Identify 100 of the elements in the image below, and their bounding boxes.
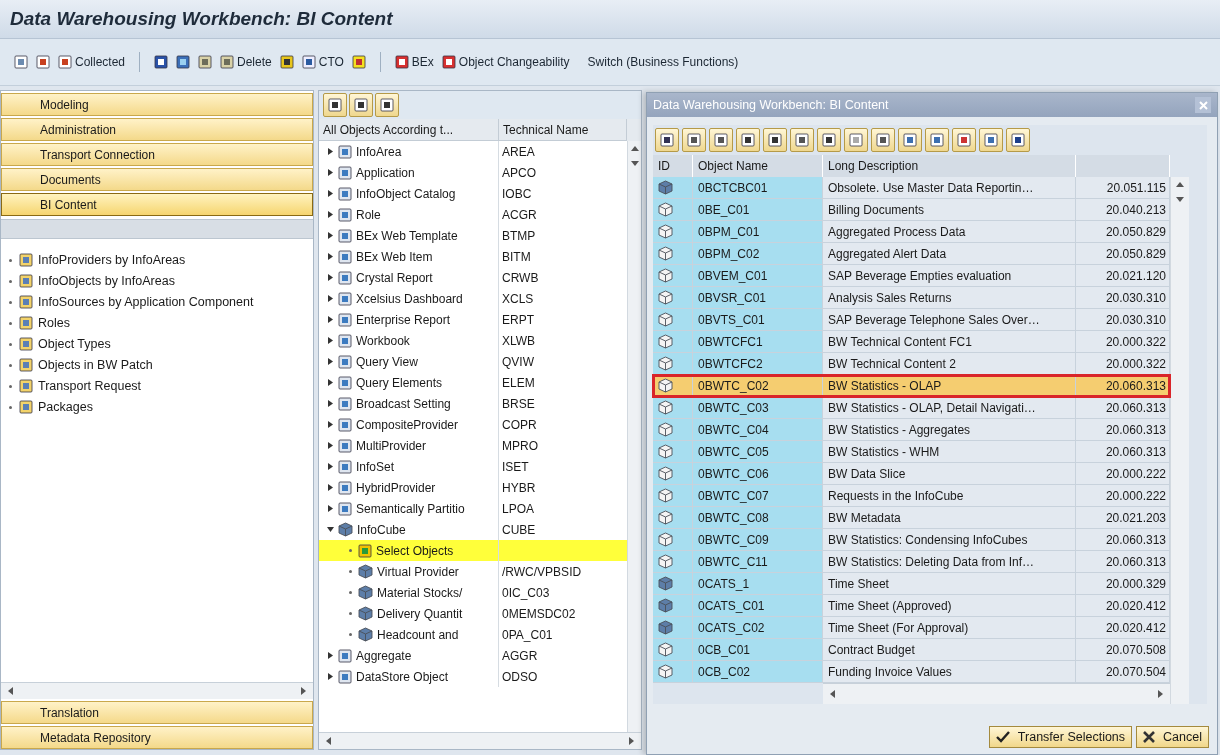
- find-next-button[interactable]: [375, 93, 399, 117]
- expand-caret-icon[interactable]: [327, 652, 334, 659]
- nav-item[interactable]: Roles: [9, 316, 313, 330]
- expand-caret-icon[interactable]: [327, 442, 334, 449]
- toolbar-button[interactable]: [709, 128, 733, 152]
- nav-item[interactable]: Transport Request: [9, 379, 313, 393]
- expand-caret-icon[interactable]: [327, 274, 334, 281]
- tree-item[interactable]: Role: [319, 204, 499, 225]
- scroll-right-icon[interactable]: [627, 737, 635, 745]
- tree-item[interactable]: BEx Web Item: [319, 246, 499, 267]
- nav-item[interactable]: InfoObjects by InfoAreas: [9, 274, 313, 288]
- table-row[interactable]: 0BWTC_C03 BW Statistics - OLAP, Detail Navigati… 20.060.313: [653, 397, 1170, 419]
- tree-item[interactable]: HybridProvider: [319, 477, 499, 498]
- tree-item[interactable]: DataStore Object: [319, 666, 499, 687]
- tree-item[interactable]: MultiProvider: [319, 435, 499, 456]
- toolbar-button[interactable]: Delete: [220, 55, 272, 69]
- tree-item[interactable]: Crystal Report: [319, 267, 499, 288]
- nav-button[interactable]: Metadata Repository: [1, 726, 313, 749]
- toolbar-button[interactable]: Object Changeability: [441, 55, 570, 69]
- tree-item[interactable]: Aggregate: [319, 645, 499, 666]
- expand-caret-icon[interactable]: [327, 232, 334, 239]
- toolbar-button[interactable]: CTO: [301, 55, 344, 69]
- toolbar-button[interactable]: [817, 128, 841, 152]
- toolbar-button[interactable]: Collected: [58, 55, 126, 69]
- column-header[interactable]: Long Description: [823, 155, 1076, 177]
- tree-item[interactable]: InfoArea: [319, 141, 499, 162]
- toolbar-button[interactable]: [682, 128, 706, 152]
- table-row[interactable]: 0BWTC_C08 BW Metadata 20.021.203: [653, 507, 1170, 529]
- scroll-right-icon[interactable]: [1156, 690, 1164, 698]
- tree-item[interactable]: Broadcast Setting: [319, 393, 499, 414]
- scroll-down-icon[interactable]: [1176, 195, 1184, 203]
- nav-button[interactable]: Transport Connection: [1, 143, 313, 166]
- toolbar-button[interactable]: Switch (Business Functions): [587, 55, 739, 69]
- scrollbar[interactable]: [627, 141, 641, 732]
- table-row[interactable]: 0CATS_C01 Time Sheet (Approved) 20.020.412: [653, 595, 1170, 617]
- tree-item[interactable]: Query Elements: [319, 372, 499, 393]
- tree-item[interactable]: BEx Web Template: [319, 225, 499, 246]
- toolbar-button[interactable]: [1006, 128, 1030, 152]
- tree-item[interactable]: Virtual Provider: [319, 561, 499, 582]
- expand-caret-icon[interactable]: [327, 316, 334, 323]
- table-row[interactable]: 0BPM_C01 Aggregated Process Data 20.050.829: [653, 221, 1170, 243]
- expand-caret-icon[interactable]: [327, 190, 334, 197]
- table-row[interactable]: 0BCTCBC01 Obsolete. Use Master Data Reportin… 20.051.115: [653, 177, 1170, 199]
- nav-button[interactable]: Administration: [1, 118, 313, 141]
- tree-item[interactable]: Semantically Partitio: [319, 498, 499, 519]
- nav-button[interactable]: Documents: [1, 168, 313, 191]
- nav-button[interactable]: BI Content: [1, 193, 313, 216]
- table-row[interactable]: 0BVEM_C01 SAP Beverage Empties evaluation 20.021.120: [653, 265, 1170, 287]
- tree-item[interactable]: CompositeProvider: [319, 414, 499, 435]
- expand-caret-icon[interactable]: [327, 484, 334, 491]
- scroll-left-icon[interactable]: [325, 737, 333, 745]
- expand-caret-icon[interactable]: [327, 421, 334, 428]
- scroll-left-icon[interactable]: [7, 687, 15, 695]
- scrollbar[interactable]: [319, 732, 641, 749]
- scrollbar[interactable]: [1170, 177, 1189, 704]
- table-row[interactable]: 0CATS_1 Time Sheet 20.000.329: [653, 573, 1170, 595]
- expand-caret-icon[interactable]: [327, 295, 334, 302]
- table-row[interactable]: 0BE_C01 Billing Documents 20.040.213: [653, 199, 1170, 221]
- nav-item[interactable]: Packages: [9, 400, 313, 414]
- expand-caret-icon[interactable]: [327, 673, 334, 680]
- toolbar-button[interactable]: BEx: [394, 55, 434, 69]
- table-row[interactable]: 0BWTC_C07 Requests in the InfoCube 20.000.222: [653, 485, 1170, 507]
- nav-button[interactable]: Translation: [1, 701, 313, 724]
- find-button[interactable]: [349, 93, 373, 117]
- nav-item[interactable]: InfoProviders by InfoAreas: [9, 253, 313, 267]
- toolbar-button[interactable]: [323, 93, 347, 117]
- tree-item[interactable]: Query View: [319, 351, 499, 372]
- transfer-button[interactable]: Transfer Selections: [988, 726, 1133, 748]
- nav-button[interactable]: Modeling: [1, 93, 313, 116]
- toolbar-button[interactable]: [871, 128, 895, 152]
- column-header[interactable]: ID: [653, 155, 693, 177]
- table-row[interactable]: 0BVTS_C01 SAP Beverage Telephone Sales Over… 20.030.310: [653, 309, 1170, 331]
- table-row[interactable]: 0BWTCFC2 BW Technical Content 2 20.000.322: [653, 353, 1170, 375]
- tree-item[interactable]: InfoSet: [319, 456, 499, 477]
- scrollbar[interactable]: [1, 682, 313, 699]
- tree-item[interactable]: Application: [319, 162, 499, 183]
- expand-caret-icon[interactable]: [327, 253, 334, 260]
- table-row[interactable]: 0BVSR_C01 Analysis Sales Returns 20.030.310: [653, 287, 1170, 309]
- column-header[interactable]: Technical Name: [499, 119, 627, 141]
- expand-caret-icon[interactable]: [327, 463, 334, 470]
- table-row[interactable]: 0BWTC_C02 BW Statistics - OLAP 20.060.313: [653, 375, 1170, 397]
- table-row[interactable]: 0BWTC_C05 BW Statistics - WHM 20.060.313: [653, 441, 1170, 463]
- tree-item[interactable]: Delivery Quantit: [319, 603, 499, 624]
- table-row[interactable]: 0BWTC_C04 BW Statistics - Aggregates 20.060.313: [653, 419, 1170, 441]
- tree-item[interactable]: Headcount and: [319, 624, 499, 645]
- scrollbar[interactable]: [823, 683, 1170, 704]
- expand-caret-icon[interactable]: [327, 358, 334, 365]
- expand-caret-icon[interactable]: [327, 400, 334, 407]
- table-row[interactable]: 0CB_C02 Funding Invoice Values 20.070.504: [653, 661, 1170, 683]
- toolbar-button[interactable]: [736, 128, 760, 152]
- toolbar-button[interactable]: [790, 128, 814, 152]
- tree-item[interactable]: Enterprise Report: [319, 309, 499, 330]
- expand-caret-icon[interactable]: [327, 379, 334, 386]
- nav-item[interactable]: Object Types: [9, 337, 313, 351]
- tree-item[interactable]: Select Objects: [319, 540, 499, 561]
- toolbar-button[interactable]: [655, 128, 679, 152]
- tree-item[interactable]: InfoObject Catalog: [319, 183, 499, 204]
- table-row[interactable]: 0BWTC_C06 BW Data Slice 20.000.222: [653, 463, 1170, 485]
- table-row[interactable]: 0BWTC_C11 BW Statistics: Deleting Data from Inf… 20.060.313: [653, 551, 1170, 573]
- scroll-right-icon[interactable]: [299, 687, 307, 695]
